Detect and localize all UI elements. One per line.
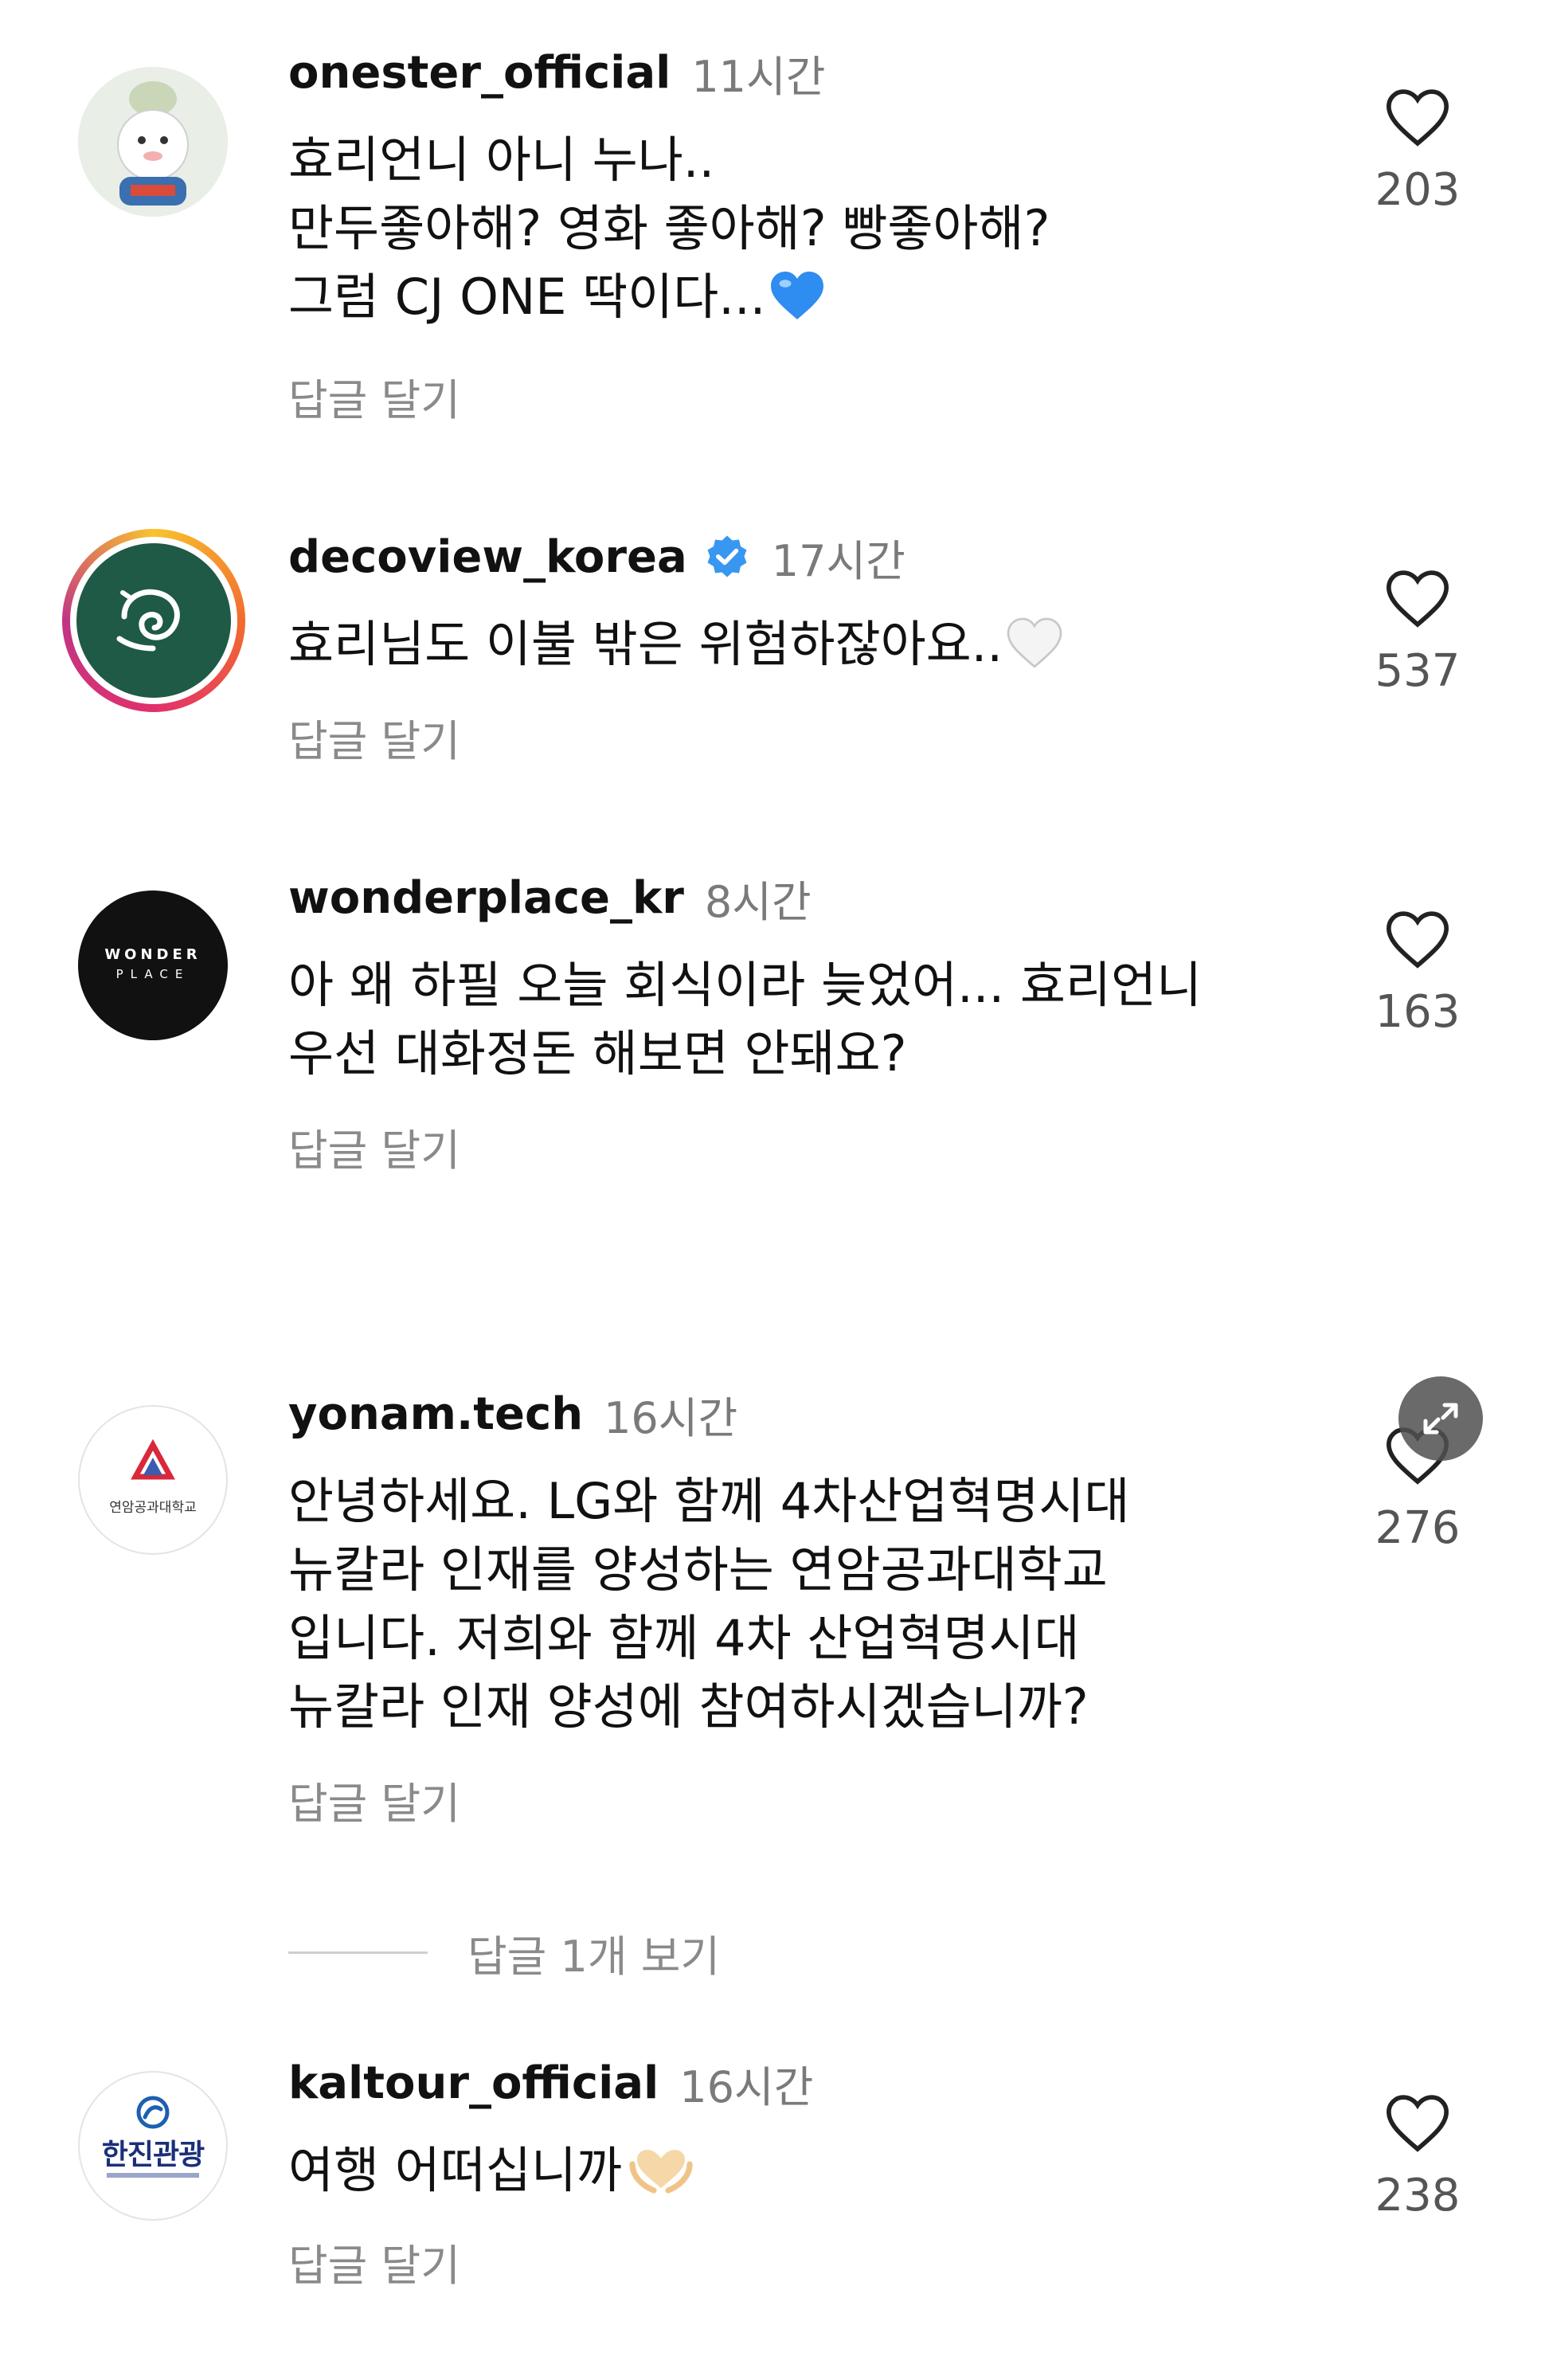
white-heart-icon — [1007, 617, 1062, 668]
avatar-wonderplace[interactable]: WONDER PLACE — [78, 891, 228, 1040]
avatar-onester[interactable] — [78, 67, 228, 217]
view-replies-button[interactable]: 답글 1개 보기 — [288, 1921, 720, 1984]
comment-line-text: 그럼 CJ ONE 딱이다... — [288, 268, 766, 326]
avatar-logo-text: 연암공과대학교 — [109, 1500, 197, 1516]
comment-line-text: 효리님도 이불 밖은 위험하잖아요.. — [288, 615, 1003, 673]
timestamp: 16시간 — [604, 1393, 738, 1443]
timestamp: 16시간 — [679, 2062, 814, 2112]
comment-line: 효리님도 이불 밖은 위험하잖아요.. — [288, 610, 1063, 679]
like-control: 203 — [1370, 86, 1465, 216]
like-control: 537 — [1370, 567, 1465, 697]
heart-outline-icon[interactable] — [1383, 567, 1452, 629]
avatar-logo-text: PLACE — [115, 967, 190, 981]
avatar-logo-subline — [107, 2173, 199, 2178]
comment-text: 효리님도 이불 밖은 위험하잖아요.. — [288, 610, 1063, 679]
avatar-kaltour[interactable]: 한진관광 — [78, 2071, 228, 2221]
username[interactable]: wonderplace_kr — [288, 872, 684, 924]
timestamp: 8시간 — [704, 877, 812, 927]
comment-text: 아 왜 하필 오늘 회식이라 늦었어... 효리언니 우선 대화정돈 해보면 안… — [288, 951, 1202, 1088]
comment-text: 여행 어떠십니까 — [288, 2136, 697, 2205]
timestamp: 17시간 — [771, 536, 905, 586]
heart-outline-icon[interactable] — [1383, 2092, 1452, 2154]
comment-text: 효리언니 아니 누나.. 만두좋아해? 영화 좋아해? 빵좋아해? 그럼 CJ … — [288, 126, 1050, 331]
view-replies-label: 답글 1개 보기 — [467, 1932, 721, 1982]
reply-button[interactable]: 답글 달기 — [288, 365, 460, 428]
comment-text: 안녕하세요. LG와 함께 4차산업혁명시대 뉴칼라 인재를 양성하는 연암공과… — [288, 1467, 1129, 1741]
comment-line: 뉴칼라 인재를 양성하는 연암공과대학교 — [288, 1540, 1108, 1599]
like-control: 163 — [1370, 908, 1465, 1038]
heart-hands-icon — [629, 2150, 693, 2194]
like-count: 238 — [1375, 2170, 1461, 2221]
like-count: 163 — [1375, 986, 1461, 1038]
username[interactable]: yonam.tech — [288, 1388, 583, 1440]
timestamp: 11시간 — [691, 52, 826, 102]
avatar-decoview[interactable] — [62, 529, 245, 712]
avatar-logo-text: 한진관광 — [101, 2139, 205, 2171]
expand-arrows-icon — [1423, 1403, 1458, 1435]
comment-line: 입니다. 저희와 함께 4차 산업혁명시대 — [288, 1609, 1080, 1667]
like-control: 238 — [1370, 2092, 1465, 2221]
verified-badge-icon — [707, 535, 747, 577]
reply-button[interactable]: 답글 달기 — [288, 1115, 460, 1178]
view-replies-divider — [288, 1951, 428, 1954]
like-count: 203 — [1375, 164, 1461, 216]
comment-line: 뉴칼라 인재 양성에 참여하시겠습니까? — [288, 1677, 1089, 1736]
username[interactable]: kaltour_official — [288, 2057, 659, 2109]
reply-button[interactable]: 답글 달기 — [288, 1768, 460, 1831]
blue-heart-icon — [771, 272, 824, 319]
like-count: 537 — [1375, 645, 1461, 697]
avatar-logo-text: WONDER — [104, 946, 201, 963]
comment-line: 안녕하세요. LG와 함께 4차산업혁명시대 — [288, 1472, 1130, 1530]
comment-line: 만두좋아해? 영화 좋아해? 빵좋아해? — [288, 199, 1050, 257]
username[interactable]: onester_official — [288, 47, 671, 99]
comment-line-text: 여행 어떠십니까 — [288, 2141, 622, 2199]
comment-line: 아 왜 하필 오늘 회식이라 늦었어... 효리언니 — [288, 956, 1203, 1014]
comment-line: 효리언니 아니 누나.. — [288, 131, 715, 189]
username[interactable]: decoview_korea — [288, 531, 687, 583]
comment-line: 여행 어떠십니까 — [288, 2136, 697, 2205]
avatar-yonam[interactable]: 연암공과대학교 — [78, 1405, 228, 1555]
comment-line: 그럼 CJ ONE 딱이다... — [288, 263, 1050, 331]
reply-button[interactable]: 답글 달기 — [288, 706, 460, 769]
heart-outline-icon[interactable] — [1383, 86, 1452, 148]
expand-button[interactable] — [1398, 1376, 1483, 1461]
heart-outline-icon[interactable] — [1383, 908, 1452, 970]
like-count: 276 — [1375, 1502, 1461, 1554]
reply-button[interactable]: 답글 달기 — [288, 2230, 460, 2293]
comment-line: 우선 대화정돈 해보면 안돼요? — [288, 1024, 907, 1082]
